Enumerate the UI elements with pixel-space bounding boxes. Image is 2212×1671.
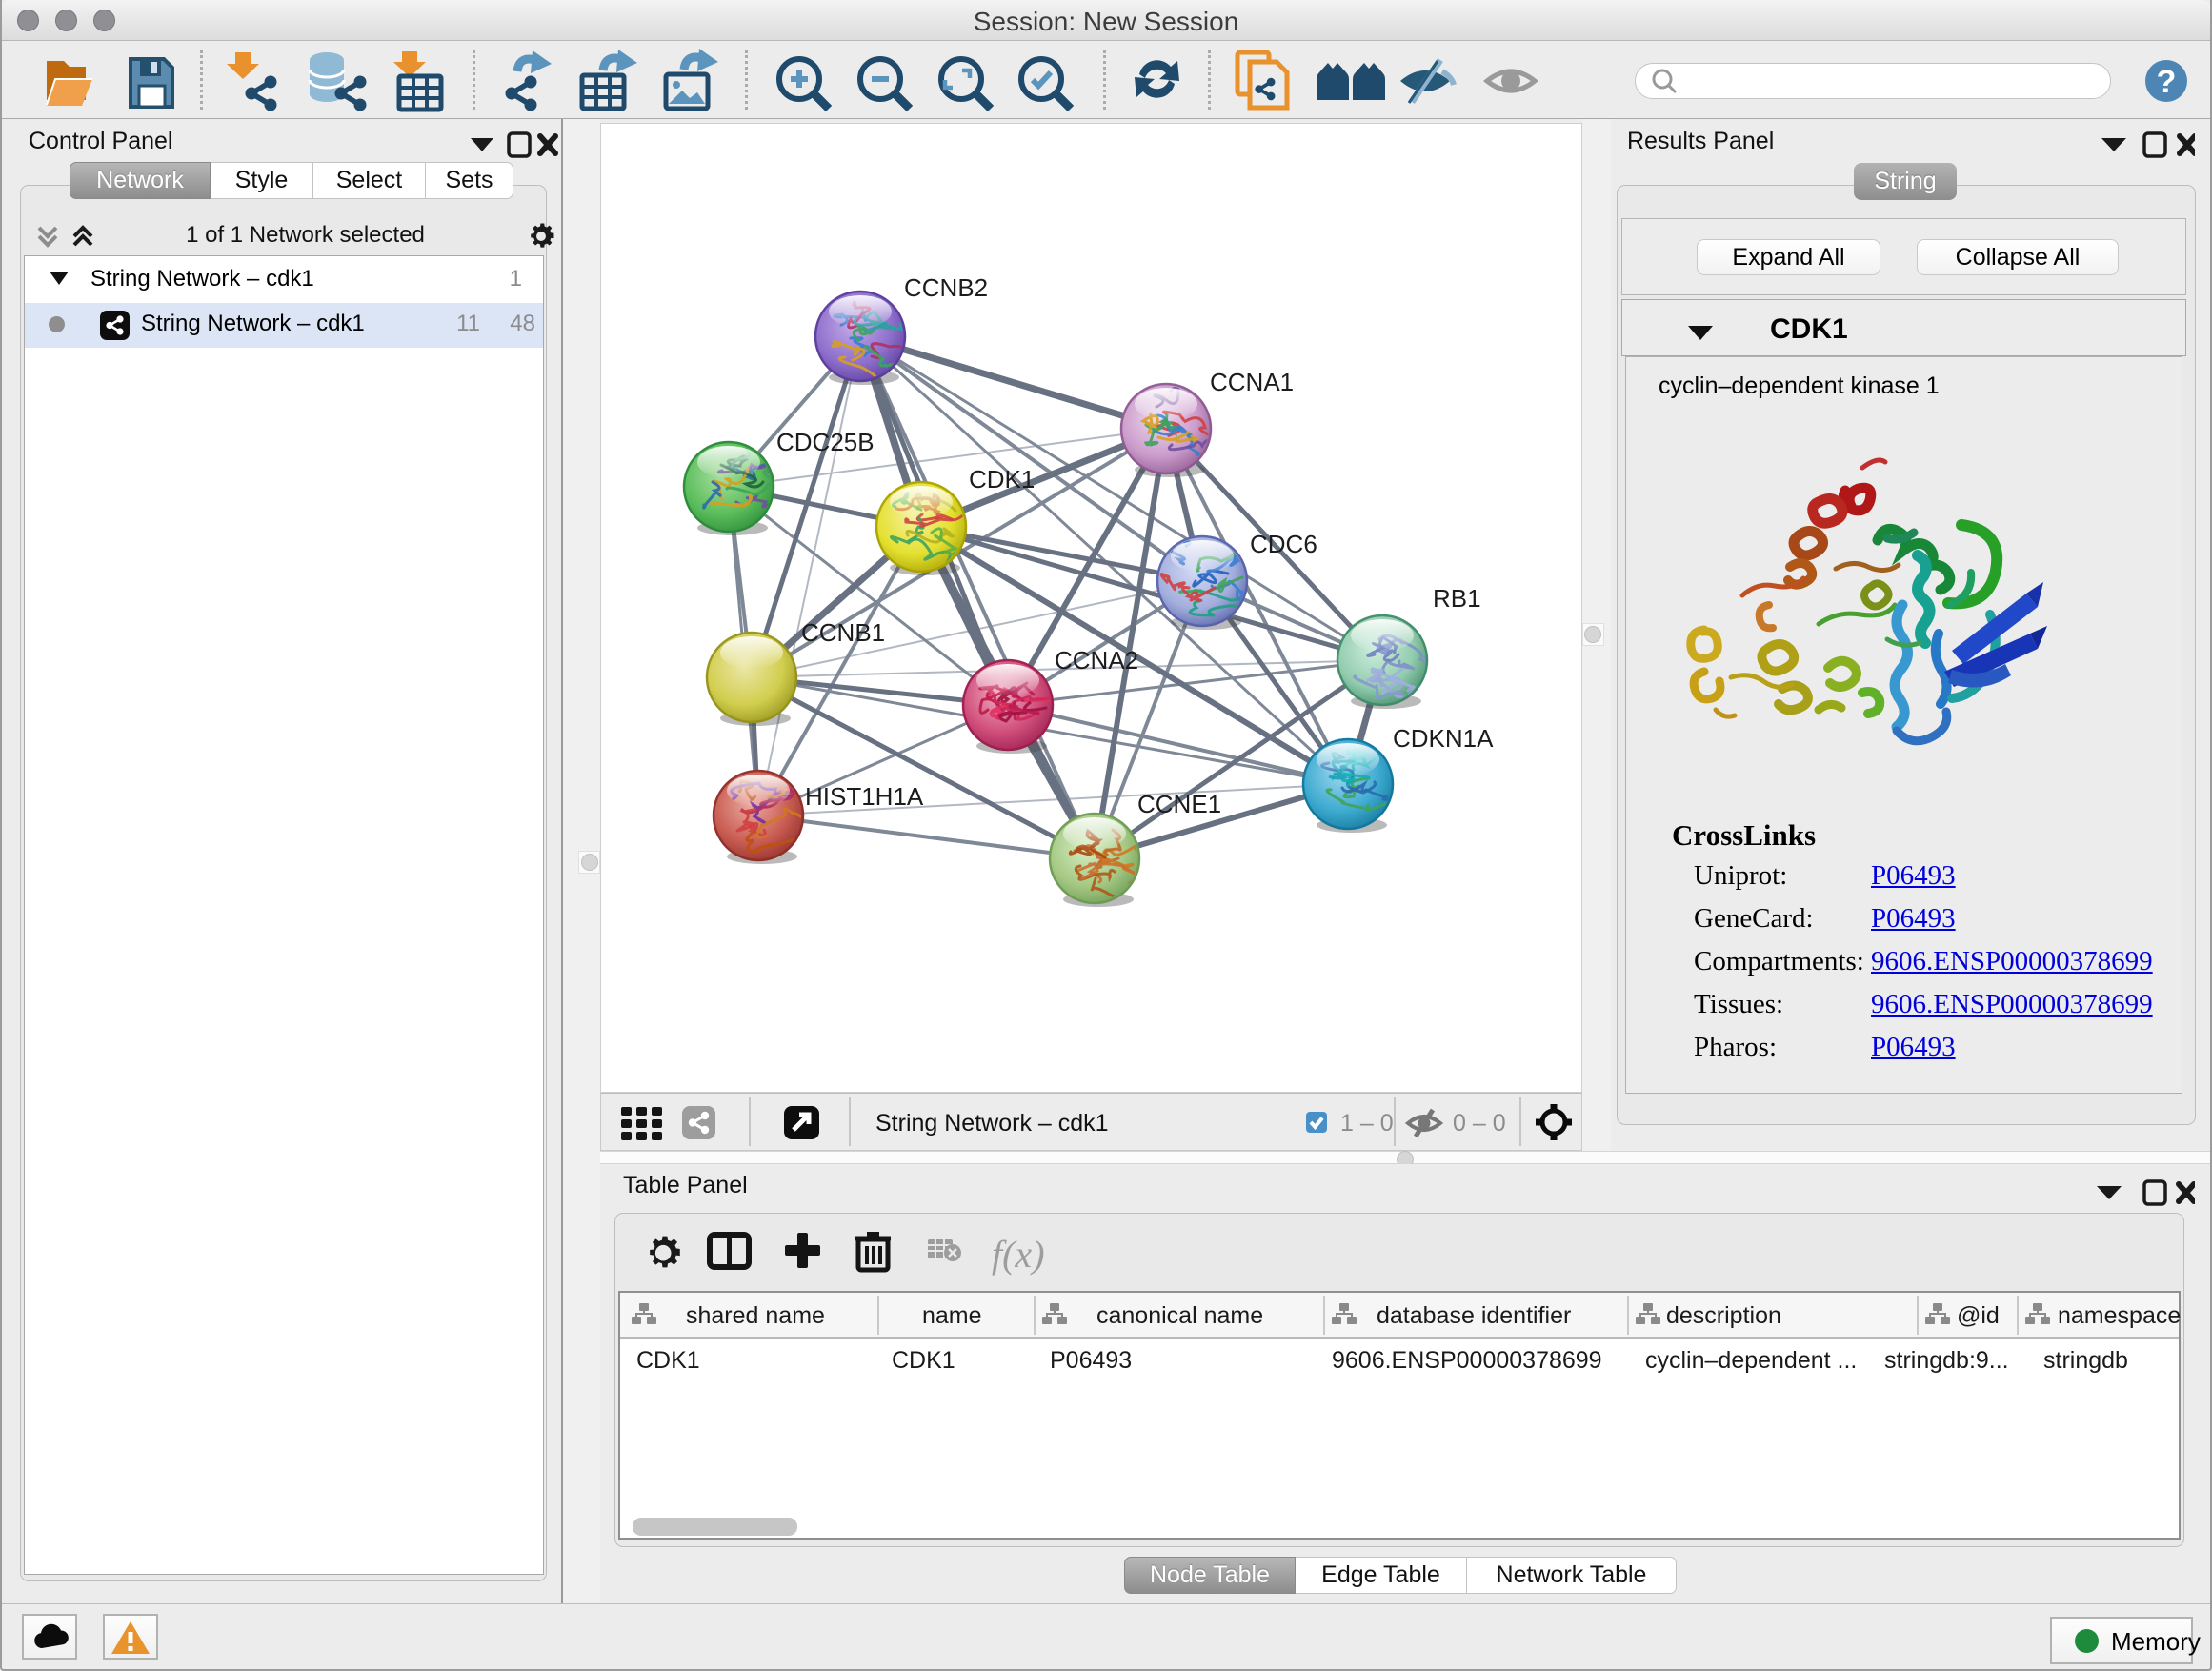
svg-text:CCNA1: CCNA1 (1210, 368, 1294, 396)
svg-text:1 – 0: 1 – 0 (1340, 1110, 1394, 1137)
svg-text:CDC25B: CDC25B (776, 428, 875, 456)
svg-text:shared name: shared name (686, 1302, 825, 1329)
svg-text:CDC6: CDC6 (1250, 530, 1317, 558)
svg-text:CCNA2: CCNA2 (1055, 646, 1138, 674)
svg-text:@id: @id (1957, 1302, 2000, 1329)
svg-text:CDK1: CDK1 (892, 1347, 955, 1374)
svg-text:CCNB2: CCNB2 (904, 273, 988, 302)
svg-text:namespace: namespace (2058, 1302, 2181, 1329)
svg-text:?: ? (2157, 64, 2177, 100)
svg-text:CDKN1A: CDKN1A (1393, 724, 1494, 753)
svg-text:stringdb:9...: stringdb:9... (1884, 1347, 2009, 1374)
svg-text:0 – 0: 0 – 0 (1453, 1110, 1506, 1137)
svg-text:CDK1: CDK1 (636, 1347, 700, 1374)
svg-text:stringdb: stringdb (2043, 1347, 2128, 1374)
svg-text:CCNE1: CCNE1 (1137, 790, 1221, 818)
svg-text:CCNB1: CCNB1 (801, 618, 885, 647)
svg-text:name: name (922, 1302, 982, 1329)
svg-text:String Network – cdk1: String Network – cdk1 (875, 1110, 1109, 1137)
svg-text:RB1: RB1 (1433, 584, 1481, 613)
svg-text:description: description (1666, 1302, 1781, 1329)
svg-text:CDK1: CDK1 (969, 465, 1035, 493)
svg-text:f(x): f(x) (992, 1233, 1045, 1276)
svg-text:9606.ENSP00000378699: 9606.ENSP00000378699 (1332, 1347, 1602, 1374)
svg-text:database identifier: database identifier (1377, 1302, 1571, 1329)
svg-text:P06493: P06493 (1050, 1347, 1132, 1374)
svg-text:cyclin–dependent ...: cyclin–dependent ... (1645, 1347, 1857, 1374)
svg-text:HIST1H1A: HIST1H1A (805, 782, 924, 811)
svg-text:canonical name: canonical name (1096, 1302, 1263, 1329)
